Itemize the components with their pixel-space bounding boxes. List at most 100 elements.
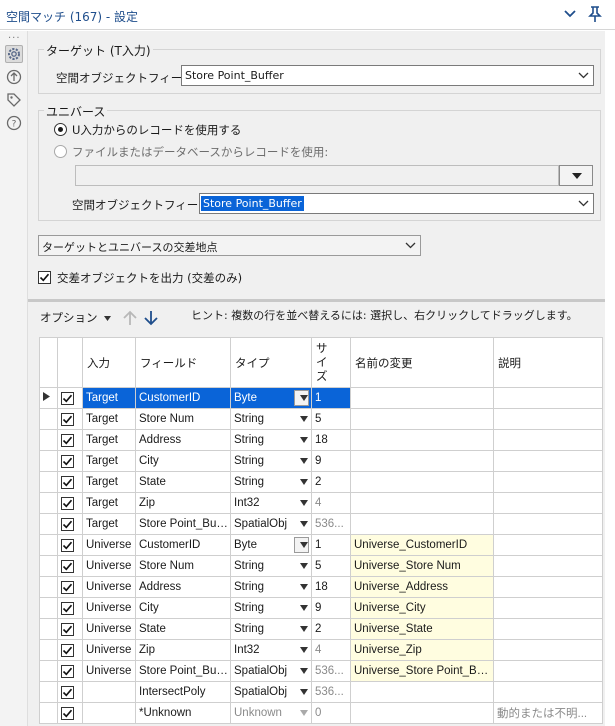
row-checkbox[interactable] <box>61 517 74 531</box>
row-select-cell[interactable] <box>57 408 83 430</box>
row-select-cell[interactable] <box>57 534 83 556</box>
row-select-cell[interactable] <box>57 429 83 451</box>
row-checkbox[interactable] <box>61 664 74 678</box>
row-select-cell[interactable] <box>57 450 83 472</box>
cell-type[interactable]: String <box>230 471 312 493</box>
cell-description[interactable] <box>493 597 603 619</box>
row-checkbox[interactable] <box>61 496 74 510</box>
cell-size[interactable]: 536... <box>311 660 351 682</box>
table-row[interactable]: Universe State String 2 Universe_State <box>39 618 603 640</box>
cell-size[interactable]: 2 <box>311 618 351 640</box>
cell-size[interactable]: 536... <box>311 513 351 535</box>
cell-description[interactable] <box>493 408 603 430</box>
gear-icon[interactable] <box>5 45 23 63</box>
cell-rename[interactable] <box>350 429 494 451</box>
caret-down-icon[interactable] <box>300 710 308 716</box>
cell-size[interactable]: 4 <box>311 639 351 661</box>
caret-down-icon[interactable] <box>300 647 308 653</box>
cell-size[interactable]: 5 <box>311 408 351 430</box>
cell-description[interactable] <box>493 576 603 598</box>
table-row[interactable]: Universe Store Num String 5 Universe_Store N… <box>39 555 603 577</box>
cell-rename[interactable] <box>350 387 494 409</box>
cell-size[interactable]: 9 <box>311 597 351 619</box>
connections-icon[interactable] <box>5 68 23 86</box>
cell-rename[interactable] <box>350 681 494 703</box>
table-row[interactable]: Target Store Num String 5 <box>39 408 603 430</box>
cell-size[interactable]: 1 <box>311 534 351 556</box>
row-select-cell[interactable] <box>57 471 83 493</box>
row-select-cell[interactable] <box>57 513 83 535</box>
caret-down-icon[interactable] <box>300 542 308 548</box>
row-select-cell[interactable] <box>57 639 83 661</box>
cell-rename[interactable] <box>350 702 494 724</box>
cell-size[interactable]: 18 <box>311 576 351 598</box>
cell-rename[interactable] <box>350 471 494 493</box>
cell-type[interactable]: Int32 <box>230 492 312 514</box>
row-select-cell[interactable] <box>57 660 83 682</box>
move-up-icon[interactable] <box>121 309 139 327</box>
row-select-cell[interactable] <box>57 387 83 409</box>
cell-rename[interactable]: Universe_Store Point_Buffer <box>350 660 494 682</box>
cell-type[interactable]: SpatialObj <box>230 660 312 682</box>
cell-rename[interactable]: Universe_Store Num <box>350 555 494 577</box>
caret-down-icon[interactable] <box>300 437 308 443</box>
table-row[interactable]: Universe Zip Int32 4 Universe_Zip <box>39 639 603 661</box>
cell-size[interactable]: 1 <box>311 387 351 409</box>
row-checkbox[interactable] <box>61 706 74 720</box>
row-checkbox[interactable] <box>61 433 74 447</box>
header-rename[interactable]: 名前の変更 <box>350 337 494 388</box>
cell-size[interactable]: 18 <box>311 429 351 451</box>
table-row[interactable]: Universe City String 9 Universe_City <box>39 597 603 619</box>
output-intersection-checkbox[interactable] <box>38 271 51 284</box>
cell-description[interactable]: 動的または不明... <box>493 702 603 724</box>
table-row[interactable]: Target Zip Int32 4 <box>39 492 603 514</box>
cell-type[interactable]: SpatialObj <box>230 681 312 703</box>
table-row[interactable]: Universe Address String 18 Universe_Address <box>39 576 603 598</box>
row-select-cell[interactable] <box>57 576 83 598</box>
cell-rename[interactable]: Universe_City <box>350 597 494 619</box>
cell-rename[interactable]: Universe_CustomerID <box>350 534 494 556</box>
cell-type[interactable]: String <box>230 555 312 577</box>
cell-size[interactable]: 0 <box>311 702 351 724</box>
header-input[interactable]: 入力 <box>82 337 136 388</box>
chevron-down-icon[interactable] <box>562 6 578 22</box>
caret-down-icon[interactable] <box>300 668 308 674</box>
cell-description[interactable] <box>493 555 603 577</box>
radio-use-file[interactable] <box>54 145 67 158</box>
cell-size[interactable]: 4 <box>311 492 351 514</box>
file-path-input[interactable] <box>75 165 559 186</box>
cell-type[interactable]: Byte <box>230 387 312 409</box>
table-row[interactable]: Target City String 9 <box>39 450 603 472</box>
pin-icon[interactable] <box>585 4 605 24</box>
cell-description[interactable] <box>493 681 603 703</box>
caret-down-icon[interactable] <box>300 479 308 485</box>
row-checkbox[interactable] <box>61 601 74 615</box>
cell-type[interactable]: Unknown <box>230 702 312 724</box>
table-row[interactable]: Target State String 2 <box>39 471 603 493</box>
universe-field-dropdown[interactable]: Store Point_Buffer <box>199 193 594 214</box>
cell-rename[interactable]: Universe_Address <box>350 576 494 598</box>
row-checkbox[interactable] <box>61 538 74 552</box>
move-down-icon[interactable] <box>142 309 160 327</box>
row-select-cell[interactable] <box>57 681 83 703</box>
cell-size[interactable]: 5 <box>311 555 351 577</box>
cell-description[interactable] <box>493 471 603 493</box>
cell-description[interactable] <box>493 618 603 640</box>
cell-rename[interactable]: Universe_Zip <box>350 639 494 661</box>
row-checkbox[interactable] <box>61 622 74 636</box>
output-intersection-label[interactable]: 交差オブジェクトを出力 (交差のみ) <box>57 270 242 286</box>
row-select-cell[interactable] <box>57 597 83 619</box>
cell-description[interactable] <box>493 513 603 535</box>
caret-down-icon[interactable] <box>300 689 308 695</box>
row-checkbox[interactable] <box>61 643 74 657</box>
row-select-cell[interactable] <box>57 492 83 514</box>
match-type-dropdown[interactable]: ターゲットとユニバースの交差地点 <box>38 235 421 256</box>
target-field-dropdown[interactable]: Store Point_Buffer <box>181 65 594 86</box>
table-row[interactable]: Universe Store Point_Buffer SpatialObj 536.… <box>39 660 603 682</box>
cell-description[interactable] <box>493 387 603 409</box>
file-browse-button[interactable] <box>559 165 593 186</box>
header-field[interactable]: フィールド <box>135 337 231 388</box>
cell-description[interactable] <box>493 450 603 472</box>
row-checkbox[interactable] <box>61 685 74 699</box>
row-checkbox[interactable] <box>61 559 74 573</box>
